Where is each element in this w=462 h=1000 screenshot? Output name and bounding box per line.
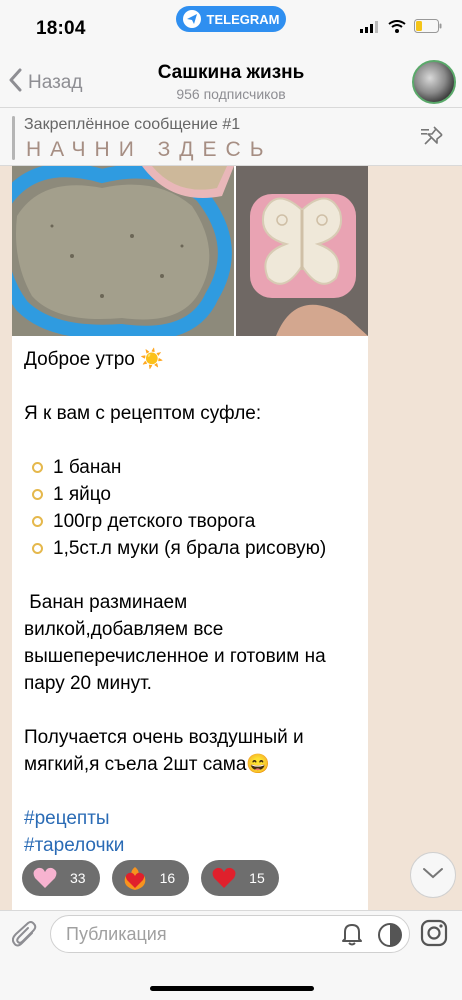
- bullet-icon: [32, 462, 43, 473]
- bullet-icon: [32, 543, 43, 554]
- pin-list-icon[interactable]: [420, 125, 446, 152]
- pinned-message-bar[interactable]: Закреплённое сообщение #1 НАЧНИ ЗДЕСЬ: [0, 108, 462, 166]
- pink-heart-icon: [32, 865, 58, 891]
- telegram-plane-icon: [182, 10, 201, 28]
- composer-bar: [0, 910, 462, 1000]
- channel-title-block[interactable]: Сашкина жизнь 956 подписчиков: [0, 62, 462, 102]
- result-line: Получается очень воздушный и: [24, 727, 304, 748]
- cellular-signal-icon: [360, 20, 380, 38]
- hashtag-link[interactable]: #рецепты: [24, 805, 326, 832]
- bullet-icon: [32, 489, 43, 500]
- intro-line: Я к вам с рецептом суфле:: [24, 403, 262, 424]
- status-bar: 18:04 TELEGRAM: [0, 0, 462, 50]
- photo-souffle-molds[interactable]: [12, 166, 234, 336]
- reaction-red-heart[interactable]: 15: [201, 860, 279, 896]
- subscriber-count: 956 подписчиков: [176, 86, 286, 102]
- channel-title: Сашкина жизнь: [157, 62, 305, 83]
- photo-album: [12, 166, 368, 336]
- step-line: вилкой,добавляем все: [24, 619, 224, 640]
- reaction-count: 16: [159, 870, 176, 886]
- step-line: вышеперечисленное и готовим на: [24, 646, 326, 667]
- pinned-title: Закреплённое сообщение #1: [24, 116, 241, 133]
- list-item: 1 яйцо: [32, 481, 326, 508]
- attach-icon[interactable]: [11, 921, 38, 954]
- reaction-heart-on-fire[interactable]: 16: [111, 860, 190, 896]
- heart-on-fire-icon: [122, 865, 148, 891]
- scroll-down-button[interactable]: [410, 852, 456, 898]
- hashtag-link[interactable]: #тарелочки: [24, 832, 326, 859]
- wifi-icon: [388, 19, 406, 38]
- list-item: 1 банан: [32, 454, 326, 481]
- home-indicator[interactable]: [150, 986, 314, 991]
- bell-icon[interactable]: [341, 922, 363, 951]
- list-item: 100гр детского творога: [32, 508, 326, 535]
- chat-header: Назад Сашкина жизнь 956 подписчиков: [0, 50, 462, 108]
- photo-butterfly-souffle[interactable]: [236, 166, 368, 336]
- telegram-return-pill[interactable]: TELEGRAM: [176, 6, 286, 32]
- bullet-icon: [32, 516, 43, 527]
- system-icons: [360, 19, 442, 38]
- telegram-pill-label: TELEGRAM: [206, 11, 280, 27]
- message-bubble: Доброе утро ☀️ Я к вам с рецептом суфле:…: [12, 166, 368, 910]
- battery-icon: [414, 19, 442, 38]
- reaction-pink-heart[interactable]: 33: [22, 860, 100, 896]
- channel-avatar[interactable]: [412, 60, 456, 104]
- step-line: пару 20 минут.: [24, 673, 152, 694]
- reactions-row: 33 16 15: [22, 860, 279, 896]
- list-item: 1,5ст.л муки (я брала рисовую): [32, 535, 326, 562]
- pinned-indicator: [12, 116, 15, 160]
- step-line: Банан разминаем: [24, 592, 188, 613]
- pinned-text: НАЧНИ ЗДЕСЬ: [26, 138, 273, 161]
- red-heart-icon: [211, 865, 237, 891]
- instagram-icon[interactable]: [420, 919, 448, 952]
- reaction-count: 33: [70, 870, 86, 886]
- message-input[interactable]: [66, 916, 326, 952]
- greeting-line: Доброе утро ☀️: [24, 349, 164, 370]
- message-field-container: [50, 915, 410, 953]
- schedule-icon[interactable]: [377, 922, 403, 953]
- message-text: Доброе утро ☀️ Я к вам с рецептом суфле:…: [24, 346, 326, 859]
- status-time: 18:04: [36, 18, 86, 39]
- result-line: мягкий,я съела 2шт сама😄: [24, 754, 271, 775]
- reaction-count: 15: [249, 870, 265, 886]
- chevron-down-icon: [422, 866, 444, 884]
